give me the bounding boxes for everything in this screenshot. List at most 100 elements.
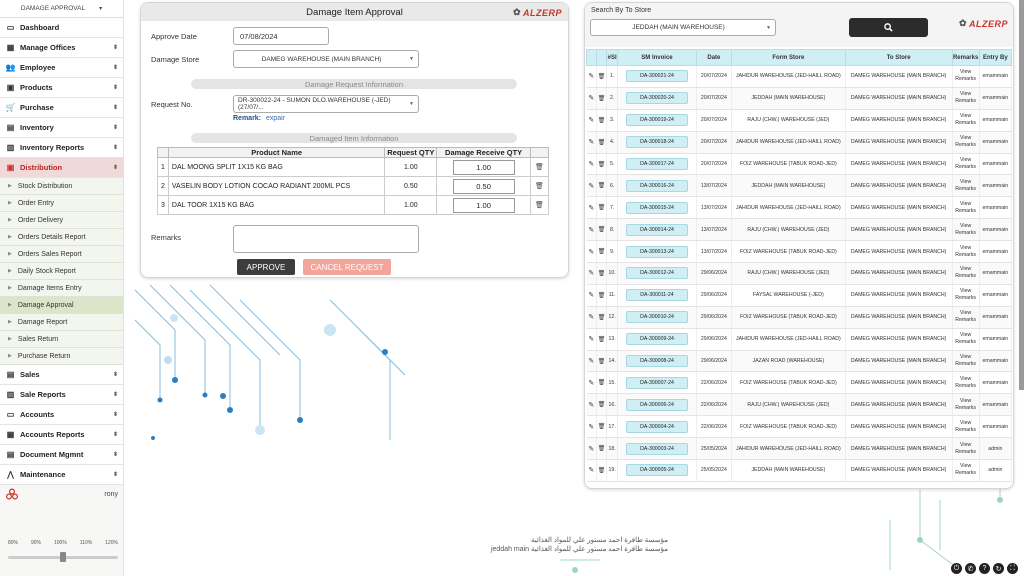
view-remarks-link[interactable]: View Remarks: [952, 284, 980, 307]
invoice-button[interactable]: DA-300007-24: [625, 376, 688, 389]
view-remarks-link[interactable]: View Remarks: [952, 328, 980, 351]
invoice-button[interactable]: DA-300003-24: [625, 442, 688, 455]
invoice-button[interactable]: DA-300011-24: [625, 289, 688, 302]
edit-icon[interactable]: ✎: [586, 262, 598, 285]
submenu-item-purchase-return[interactable]: ▶ Purchase Return: [0, 348, 123, 365]
edit-icon[interactable]: ✎: [586, 87, 598, 110]
view-remarks-link[interactable]: View Remarks: [952, 459, 980, 482]
submenu-item-order-entry[interactable]: ▶ Order Entry: [0, 195, 123, 212]
refresh-icon[interactable]: ↻: [993, 563, 1004, 574]
approve-date-input[interactable]: 07/08/2024: [233, 27, 329, 45]
trash-icon[interactable]: 🗑: [596, 131, 608, 154]
view-remarks-link[interactable]: View Remarks: [952, 153, 980, 176]
invoice-button[interactable]: DA-300010-24: [625, 311, 688, 324]
edit-icon[interactable]: ✎: [586, 218, 598, 242]
trash-icon[interactable]: 🗑: [596, 350, 608, 373]
invoice-button[interactable]: DA-300017-24: [625, 158, 688, 170]
trash-icon[interactable]: 🗑: [596, 218, 608, 242]
trash-icon[interactable]: 🗑: [529, 176, 550, 196]
search-button[interactable]: [849, 18, 928, 37]
view-remarks-link[interactable]: View Remarks: [952, 415, 980, 439]
trash-icon[interactable]: 🗑: [596, 328, 608, 351]
view-remarks-link[interactable]: View Remarks: [952, 218, 980, 242]
edit-icon[interactable]: ✎: [586, 328, 598, 351]
trash-icon[interactable]: 🗑: [596, 415, 608, 439]
view-remarks-link[interactable]: View Remarks: [952, 306, 980, 329]
edit-icon[interactable]: ✎: [586, 393, 598, 417]
edit-icon[interactable]: ✎: [586, 65, 598, 88]
trash-icon[interactable]: 🗑: [596, 65, 608, 88]
receive-qty-input[interactable]: 0.50: [452, 178, 515, 194]
submenu-item-orders-details-report[interactable]: ▶ Orders Details Report: [0, 229, 123, 246]
request-no-select[interactable]: DR-300022-24 - SUMON DLO.WAREHOUSE (-JED…: [233, 95, 419, 113]
edit-icon[interactable]: ✎: [586, 131, 598, 154]
approve-button[interactable]: APPROVE: [237, 259, 295, 275]
submenu-item-daily-stock-report[interactable]: ▶ Daily Stock Report: [0, 263, 123, 280]
trash-icon[interactable]: 🗑: [596, 371, 608, 395]
view-remarks-link[interactable]: View Remarks: [952, 196, 980, 220]
fullscreen-icon[interactable]: ⛶: [1007, 563, 1018, 574]
trash-icon[interactable]: 🗑: [529, 195, 550, 215]
submenu-item-order-delivery[interactable]: ▶ Order Delivery: [0, 212, 123, 229]
invoice-button[interactable]: DA-300008-24: [625, 355, 688, 368]
view-remarks-link[interactable]: View Remarks: [952, 262, 980, 285]
invoice-button[interactable]: DA-300012-24: [625, 267, 688, 280]
edit-icon[interactable]: ✎: [586, 306, 598, 329]
edit-icon[interactable]: ✎: [586, 415, 598, 439]
trash-icon[interactable]: 🗑: [596, 459, 608, 482]
invoice-button[interactable]: DA-300015-24: [625, 201, 688, 214]
sidebar-item-accounts[interactable]: ▭ Accounts ⬍: [0, 405, 123, 425]
sidebar-item-purchase[interactable]: 🛒 Purchase ⬍: [0, 98, 123, 118]
edit-icon[interactable]: ✎: [586, 174, 598, 198]
sidebar-item-dashboard[interactable]: ▭ Dashboard: [0, 18, 123, 38]
sidebar-item-sales[interactable]: ▤ Sales ⬍: [0, 365, 123, 385]
edit-icon[interactable]: ✎: [586, 284, 598, 307]
trash-icon[interactable]: 🗑: [596, 262, 608, 285]
invoice-button[interactable]: DA-300004-24: [625, 420, 688, 433]
invoice-button[interactable]: DA-300013-24: [625, 245, 688, 258]
sidebar-item-document-mgmnt[interactable]: ▤ Document Mgmnt ⬍: [0, 445, 123, 465]
view-remarks-link[interactable]: View Remarks: [952, 131, 980, 154]
sidebar-item-employee[interactable]: 👥 Employee ⬍: [0, 58, 123, 78]
view-remarks-link[interactable]: View Remarks: [952, 393, 980, 417]
invoice-button[interactable]: DA-300009-24: [625, 333, 688, 346]
edit-icon[interactable]: ✎: [586, 459, 598, 482]
view-remarks-link[interactable]: View Remarks: [952, 87, 980, 110]
receive-qty-input[interactable]: 1.00: [452, 197, 515, 213]
whatsapp-icon[interactable]: ✆: [965, 563, 976, 574]
remarks-textarea[interactable]: [233, 225, 419, 253]
trash-icon[interactable]: 🗑: [596, 284, 608, 307]
trash-icon[interactable]: 🗑: [596, 437, 608, 461]
receive-qty-input[interactable]: 1.00: [452, 159, 515, 175]
trash-icon[interactable]: 🗑: [596, 240, 608, 264]
view-remarks-link[interactable]: View Remarks: [952, 371, 980, 395]
view-remarks-link[interactable]: View Remarks: [952, 65, 980, 88]
trash-icon[interactable]: 🗑: [596, 306, 608, 329]
power-icon[interactable]: ⏻: [951, 563, 962, 574]
view-remarks-link[interactable]: View Remarks: [952, 240, 980, 264]
edit-icon[interactable]: ✎: [586, 371, 598, 395]
view-remarks-link[interactable]: View Remarks: [952, 350, 980, 373]
invoice-button[interactable]: DA-300006-24: [625, 398, 688, 411]
sidebar-item-inventory-reports[interactable]: ▥ Inventory Reports ⬍: [0, 138, 123, 158]
edit-icon[interactable]: ✎: [586, 196, 598, 220]
submenu-item-damage-report[interactable]: ▶ Damage Report: [0, 314, 123, 331]
trash-icon[interactable]: 🗑: [596, 109, 608, 132]
cancel-request-button[interactable]: CANCEL REQUEST: [303, 259, 391, 275]
sidebar-item-distribution[interactable]: ▣ Distribution ⬍: [0, 158, 123, 178]
sidebar-item-inventory[interactable]: ▤ Inventory ⬍: [0, 118, 123, 138]
zoom-slider[interactable]: [8, 552, 118, 562]
edit-icon[interactable]: ✎: [586, 153, 598, 176]
sidebar-item-products[interactable]: ▣ Products ⬍: [0, 78, 123, 98]
edit-icon[interactable]: ✎: [586, 437, 598, 461]
view-remarks-link[interactable]: View Remarks: [952, 109, 980, 132]
trash-icon[interactable]: 🗑: [529, 157, 550, 177]
sidebar-item-manage-offices[interactable]: ▦ Manage Offices ⬍: [0, 38, 123, 58]
help-icon[interactable]: ?: [979, 563, 990, 574]
submenu-item-damage-items-entry[interactable]: ▶ Damage Items Entry: [0, 280, 123, 297]
sidebar-item-accounts-reports[interactable]: ▦ Accounts Reports ⬍: [0, 425, 123, 445]
to-store-select[interactable]: JEDDAH (MAIN WAREHOUSE) ▼: [590, 19, 776, 36]
trash-icon[interactable]: 🗑: [596, 393, 608, 417]
edit-icon[interactable]: ✎: [586, 109, 598, 132]
view-remarks-link[interactable]: View Remarks: [952, 174, 980, 198]
